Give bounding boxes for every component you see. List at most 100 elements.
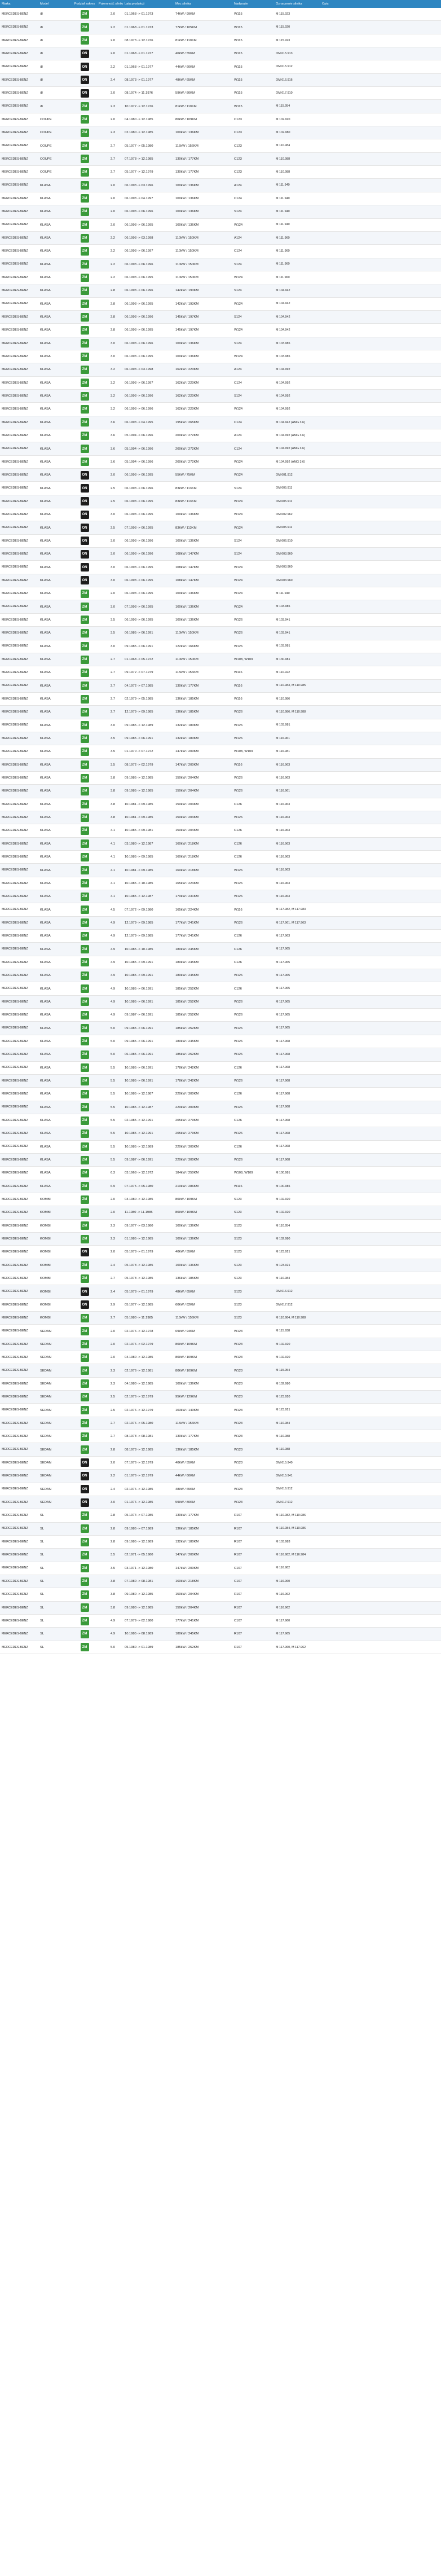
table-row[interactable]: MERCEDES-BENZ KLASA ON 3.0 06.1993 -> 06.199…: [0, 561, 441, 574]
table-row[interactable]: MERCEDES-BENZ KLASA ON 2.5 07.1993 -> 06.199…: [0, 521, 441, 535]
table-row[interactable]: MERCEDES-BENZ KLASA ZM 2.0 06.1993 -> 03.199…: [0, 179, 441, 192]
table-row[interactable]: MERCEDES-BENZ KLASA ZM 4.1 10.1985 -> 09.198…: [0, 851, 441, 864]
table-row[interactable]: MERCEDES-BENZ KLASA ZM 4.9 10.1985 -> 06.199…: [0, 995, 441, 1009]
table-row[interactable]: MERCEDES-BENZ SEDAN ON 3.0 01.1976 -> 12.198…: [0, 1496, 441, 1510]
table-row[interactable]: MERCEDES-BENZ SL ZM 2.8 09.1985 -> 07.1989 13…: [0, 1522, 441, 1536]
table-row[interactable]: MERCEDES-BENZ SEDAN ZM 2.0 04.1980 -> 12.198…: [0, 1351, 441, 1365]
table-row[interactable]: MERCEDES-BENZ KOMBI ON 2.4 05.1978 -> 01.197…: [0, 1285, 441, 1299]
table-row[interactable]: MERCEDES-BENZ KLASA ZM 3.6 05.1994 -> 06.199…: [0, 456, 441, 469]
table-row[interactable]: MERCEDES-BENZ KLASA ZM 2.0 06.1993 -> 06.199…: [0, 219, 441, 232]
table-row[interactable]: MERCEDES-BENZ KLASA ZM 5.5 10.1985 -> 12.198…: [0, 1088, 441, 1101]
column-header[interactable]: Opis: [320, 2, 365, 6]
table-row[interactable]: MERCEDES-BENZ KLASA ZM 5.5 09.1987 -> 06.199…: [0, 1153, 441, 1167]
table-row[interactable]: MERCEDES-BENZ KLASA ZM 2.2 06.1993 -> 03.199…: [0, 231, 441, 245]
table-row[interactable]: MERCEDES-BENZ KLASA ZM 5.5 10.1985 -> 06.199…: [0, 1074, 441, 1088]
column-header[interactable]: Model: [38, 2, 72, 6]
table-row[interactable]: MERCEDES-BENZ/8 ZM 2.0 01.1968 -> 01.1973 74…: [0, 8, 441, 21]
table-row[interactable]: MERCEDES-BENZ KLASA ZM 3.0 06.1993 -> 06.199…: [0, 337, 441, 350]
table-row[interactable]: MERCEDES-BENZ KLASA ZM 4.5 07.1972 -> 09.198…: [0, 903, 441, 917]
table-row[interactable]: MERCEDES-BENZ SEDAN ZM 2.8 08.1978 -> 12.198…: [0, 1443, 441, 1457]
table-row[interactable]: MERCEDES-BENZ SL ZM 4.9 10.1985 -> 08.1989 18…: [0, 1628, 441, 1641]
table-row[interactable]: MERCEDES-BENZ SEDAN ZM 2.3 02.1976 -> 12.198…: [0, 1364, 441, 1378]
table-row[interactable]: MERCEDES-BENZ SL ZM 2.8 09.1985 -> 12.1989 13…: [0, 1536, 441, 1549]
table-row[interactable]: MERCEDES-BENZ KLASA ZM 2.2 06.1993 -> 06.199…: [0, 245, 441, 258]
table-row[interactable]: MERCEDES-BENZ KLASA ZM 2.0 06.1993 -> 06.199…: [0, 205, 441, 219]
column-header[interactable]: Podział zakres: [72, 2, 97, 6]
table-row[interactable]: MERCEDES-BENZ KLASA ZM 4.1 10.1985 -> 09.198…: [0, 824, 441, 838]
table-row[interactable]: MERCEDES-BENZ KLASA ZM 2.8 06.1993 -> 06.199…: [0, 284, 441, 298]
table-row[interactable]: MERCEDES-BENZ KLASA ZM 2.7 01.1968 -> 05.197…: [0, 653, 441, 667]
table-row[interactable]: MERCEDES-BENZ KLASA ZM 4.9 10.1985 -> 09.199…: [0, 969, 441, 983]
table-row[interactable]: MERCEDES-BENZ KLASA ZM 5.5 02.1985 -> 12.199…: [0, 1114, 441, 1128]
table-row[interactable]: MERCEDES-BENZ KLASA ZM 3.0 06.1993 -> 06.199…: [0, 350, 441, 364]
table-row[interactable]: MERCEDES-BENZ KLASA ON 3.0 06.1993 -> 06.199…: [0, 548, 441, 561]
table-row[interactable]: MERCEDES-BENZ KLASA ZM 4.1 03.1980 -> 12.198…: [0, 837, 441, 851]
table-row[interactable]: MERCEDES-BENZ KLASA ON 2.5 06.1993 -> 06.199…: [0, 495, 441, 509]
table-row[interactable]: MERCEDES-BENZ KLASA ZM 3.0 07.1993 -> 06.199…: [0, 600, 441, 614]
table-row[interactable]: MERCEDES-BENZ KLASA ZM 3.2 06.1993 -> 03.199…: [0, 363, 441, 377]
table-row[interactable]: MERCEDES-BENZ KLASA ZM 3.5 06.1993 -> 06.199…: [0, 614, 441, 627]
table-row[interactable]: MERCEDES-BENZ KLASA ZM 5.0 09.1985 -> 06.199…: [0, 1035, 441, 1049]
table-row[interactable]: MERCEDES-BENZ KLASA ZM 3.8 09.1985 -> 12.198…: [0, 785, 441, 798]
table-row[interactable]: MERCEDES-BENZ SEDAN ZM 2.0 02.1976 -> 12.197…: [0, 1325, 441, 1338]
column-header[interactable]: Lata produkcji: [123, 2, 174, 6]
table-row[interactable]: MERCEDES-BENZ KLASA ZM 2.0 06.1993 -> 04.199…: [0, 192, 441, 206]
table-row[interactable]: MERCEDES-BENZ COUPE ZM 2.7 05.1977 -> 12.197…: [0, 166, 441, 179]
table-row[interactable]: MERCEDES-BENZ KLASA ZM 3.0 09.1985 -> 06.199…: [0, 640, 441, 653]
table-row[interactable]: MERCEDES-BENZ KLASA ZM 4.9 10.1985 -> 09.199…: [0, 956, 441, 970]
table-row[interactable]: MERCEDES-BENZ KLASA ZM 3.8 10.1981 -> 09.198…: [0, 811, 441, 825]
table-row[interactable]: MERCEDES-BENZ KLASA ZM 3.5 06.1985 -> 06.199…: [0, 627, 441, 640]
table-row[interactable]: MERCEDES-BENZ/8 ON 2.4 08.1973 -> 01.1977 48…: [0, 73, 441, 87]
table-row[interactable]: MERCEDES-BENZ KOMBI ZM 2.3 01.1985 -> 12.198…: [0, 1232, 441, 1246]
column-header[interactable]: Oznaczenie silnika: [274, 2, 320, 6]
table-row[interactable]: MERCEDES-BENZ SEDAN ZM 2.5 02.1976 -> 12.197…: [0, 1404, 441, 1417]
table-row[interactable]: MERCEDES-BENZ SL ZM 3.8 09.1980 -> 12.1985 15…: [0, 1601, 441, 1615]
table-row[interactable]: MERCEDES-BENZ/8 ON 3.0 08.1974 -> 11.1976 59…: [0, 87, 441, 100]
table-row[interactable]: MERCEDES-BENZ KLASA ZM 4.9 10.1985 -> 10.198…: [0, 943, 441, 956]
table-row[interactable]: MERCEDES-BENZ KLASA ZM 3.2 06.1993 -> 06.199…: [0, 403, 441, 416]
table-row[interactable]: MERCEDES-BENZ KLASA ZM 5.5 10.1985 -> 12.198…: [0, 1101, 441, 1114]
table-row[interactable]: MERCEDES-BENZ KLASA ZM 5.5 10.1985 -> 06.199…: [0, 1062, 441, 1075]
table-row[interactable]: MERCEDES-BENZ KLASA ZM 2.8 06.1993 -> 06.199…: [0, 298, 441, 311]
table-row[interactable]: MERCEDES-BENZ KLASA ZM 5.5 10.1985 -> 12.198…: [0, 1141, 441, 1154]
table-row[interactable]: MERCEDES-BENZ SEDAN ZM 2.3 04.1980 -> 12.198…: [0, 1378, 441, 1391]
table-row[interactable]: MERCEDES-BENZ KLASA ZM 4.9 10.1985 -> 06.199…: [0, 982, 441, 996]
table-row[interactable]: MERCEDES-BENZ KLASA ON 3.0 06.1993 -> 06.199…: [0, 574, 441, 588]
table-row[interactable]: MERCEDES-BENZ SEDAN ZM 2.5 02.1976 -> 12.197…: [0, 1391, 441, 1404]
table-row[interactable]: MERCEDES-BENZ KLASA ZM 5.5 10.1985 -> 12.199…: [0, 1127, 441, 1141]
table-row[interactable]: MERCEDES-BENZ KOMBI ZM 2.3 09.1977 -> 03.198…: [0, 1220, 441, 1233]
table-row[interactable]: MERCEDES-BENZ KLASA ZM 6.9 07.1975 -> 05.198…: [0, 1180, 441, 1193]
table-row[interactable]: MERCEDES-BENZ KLASA ZM 4.9 12.1979 -> 09.198…: [0, 916, 441, 930]
table-row[interactable]: MERCEDES-BENZ COUPE ZM 2.3 02.1980 -> 12.198…: [0, 126, 441, 140]
table-row[interactable]: MERCEDES-BENZ/8 ZM 2.0 08.1973 -> 12.1976 81…: [0, 34, 441, 48]
table-row[interactable]: MERCEDES-BENZ KLASA ZM 2.7 12.1979 -> 09.198…: [0, 706, 441, 719]
table-row[interactable]: MERCEDES-BENZ KOMBI ON 2.9 05.1977 -> 12.198…: [0, 1299, 441, 1312]
table-row[interactable]: MERCEDES-BENZ KLASA ZM 3.0 09.1985 -> 12.198…: [0, 719, 441, 732]
table-row[interactable]: MERCEDES-BENZ COUPE ZM 2.7 07.1978 -> 12.198…: [0, 152, 441, 166]
table-row[interactable]: MERCEDES-BENZ SEDAN ZM 2.7 08.1978 -> 08.198…: [0, 1430, 441, 1444]
table-row[interactable]: MERCEDES-BENZ SEDAN ZM 2.0 02.1976 -> 02.197…: [0, 1338, 441, 1352]
table-row[interactable]: MERCEDES-BENZ SEDAN ON 2.0 07.1976 -> 12.197…: [0, 1457, 441, 1470]
column-header[interactable]: Nadwozie: [232, 2, 274, 6]
table-row[interactable]: MERCEDES-BENZ KLASA ZM 2.8 06.1993 -> 06.199…: [0, 324, 441, 337]
table-row[interactable]: MERCEDES-BENZ KLASA ZM 6.3 03.1968 -> 12.197…: [0, 1167, 441, 1180]
table-row[interactable]: MERCEDES-BENZ COUPE ZM 2.0 04.1980 -> 12.198…: [0, 113, 441, 127]
table-row[interactable]: MERCEDES-BENZ KLASA ZM 2.2 06.1993 -> 06.199…: [0, 258, 441, 271]
table-row[interactable]: MERCEDES-BENZ/8 ON 2.2 01.1968 -> 01.1977 44…: [0, 60, 441, 74]
table-row[interactable]: MERCEDES-BENZ KLASA ZM 3.2 06.1993 -> 06.199…: [0, 377, 441, 390]
table-row[interactable]: MERCEDES-BENZ/8 ZM 2.3 10.1972 -> 12.1976 81…: [0, 100, 441, 113]
table-row[interactable]: MERCEDES-BENZ KLASA ZM 4.1 10.1985 -> 10.198…: [0, 877, 441, 891]
table-row[interactable]: MERCEDES-BENZ KLASA ZM 2.0 06.1993 -> 06.199…: [0, 587, 441, 601]
column-header[interactable]: Pojemność silnika: [97, 2, 123, 6]
column-header[interactable]: Moc silnika: [174, 2, 232, 6]
table-row[interactable]: MERCEDES-BENZ KOMBI ZM 2.4 05.1978 -> 12.198…: [0, 1259, 441, 1272]
table-row[interactable]: MERCEDES-BENZ KLASA ZM 2.7 04.1972 -> 07.198…: [0, 679, 441, 693]
table-row[interactable]: MERCEDES-BENZ SEDAN ZM 2.7 02.1976 -> 05.198…: [0, 1417, 441, 1431]
table-row[interactable]: MERCEDES-BENZ KLASA ZM 2.2 06.1993 -> 06.199…: [0, 271, 441, 285]
column-header[interactable]: Marka: [0, 2, 38, 6]
table-row[interactable]: MERCEDES-BENZ KLASA ON 3.0 06.1993 -> 06.199…: [0, 508, 441, 522]
table-row[interactable]: MERCEDES-BENZ KLASA ZM 2.7 09.1972 -> 07.197…: [0, 666, 441, 680]
table-row[interactable]: MERCEDES-BENZ KLASA ZM 4.1 10.1981 -> 09.198…: [0, 864, 441, 877]
table-row[interactable]: MERCEDES-BENZ/8 ZM 2.2 01.1968 -> 01.1973 77…: [0, 21, 441, 34]
table-row[interactable]: MERCEDES-BENZ KLASA ZM 4.9 09.1987 -> 06.199…: [0, 1009, 441, 1022]
